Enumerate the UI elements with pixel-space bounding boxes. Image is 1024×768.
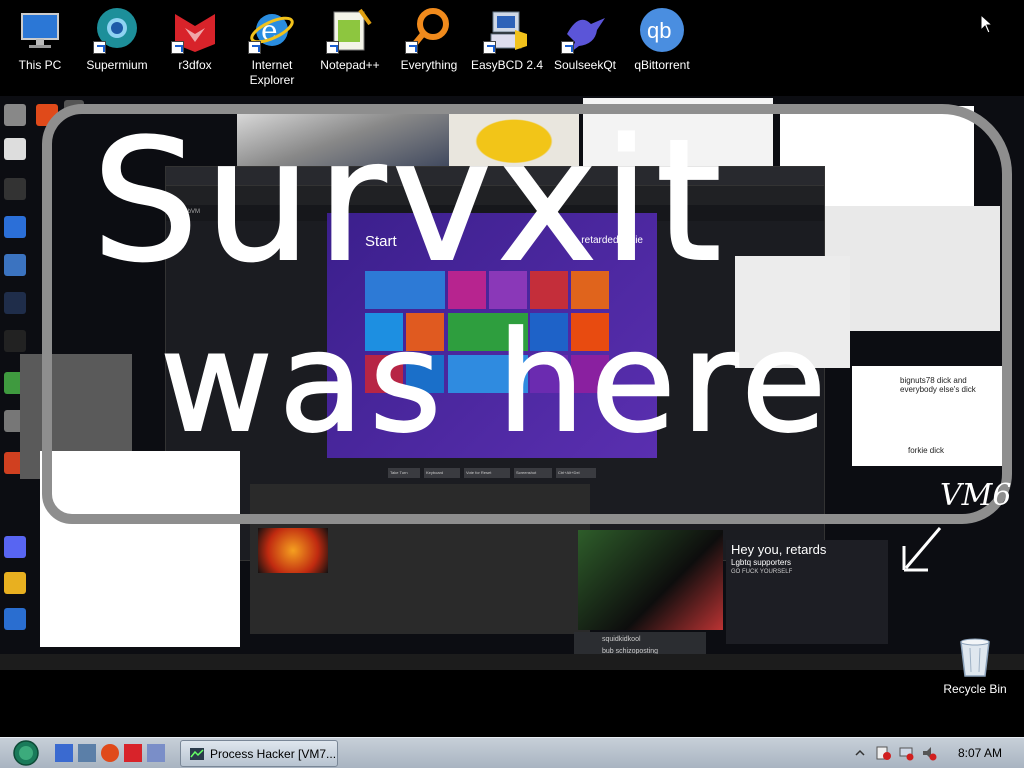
desktop-icon-label: Internet Explorer <box>249 58 295 87</box>
vm-desktop-icon <box>4 292 26 314</box>
vm-screen-image: CollabVM Start retardedforkie Take Turn … <box>0 96 1024 670</box>
quicklaunch-app-icon[interactable] <box>147 744 165 762</box>
hey-title: Hey you, retards <box>731 542 827 557</box>
desktop-icon-row: This PC Supermium r3dfox e Internet Explo… <box>0 0 1024 95</box>
vm-desktop-icon <box>4 608 26 630</box>
shortcut-arrow-icon <box>483 41 496 54</box>
chat-username: squidkidkool <box>602 636 641 643</box>
vm-desktop-icon <box>4 330 26 352</box>
svg-text:qb: qb <box>647 18 671 43</box>
desktop-icon-recycle-bin[interactable]: Recycle Bin <box>940 636 1010 696</box>
desktop-icon-label: This PC <box>18 58 62 72</box>
hey-line: GO FUCK YOURSELF <box>731 569 793 575</box>
vm-desktop-icon <box>4 178 26 200</box>
scribble-vm-tag: VM6 <box>940 478 1012 513</box>
shortcut-arrow-icon <box>326 41 339 54</box>
shortcut-arrow-icon <box>561 41 574 54</box>
quicklaunch-desktop-icon[interactable] <box>55 744 73 762</box>
soulseek-icon <box>561 6 609 54</box>
desktop-icon-easybcd[interactable]: EasyBCD 2.4 <box>467 6 547 73</box>
everything-icon <box>405 6 453 54</box>
scribble-arrow-icon <box>902 527 942 572</box>
windows-orb-icon <box>13 740 39 766</box>
tray-network-icon[interactable] <box>898 745 914 761</box>
vm-desktop-icon <box>4 138 26 160</box>
notepadpp-icon <box>326 6 374 54</box>
desktop-icon-label: Everything <box>400 58 458 72</box>
vm-desktop-icon <box>4 104 26 126</box>
quicklaunch-explorer-icon[interactable] <box>78 744 96 762</box>
tray-volume-icon[interactable] <box>921 745 937 761</box>
pasted-explosion-image <box>258 528 328 573</box>
tray-action-center-icon[interactable] <box>876 745 892 761</box>
desktop-icon-label: Supermium <box>86 58 148 72</box>
quicklaunch-browser-icon[interactable] <box>101 744 119 762</box>
r3dfox-icon <box>171 6 219 54</box>
desktop-icon-label: EasyBCD 2.4 <box>470 58 544 72</box>
supermium-icon <box>93 6 141 54</box>
desktop-icon-internet-explorer[interactable]: e Internet Explorer <box>232 6 312 88</box>
quicklaunch-r3dfox-icon[interactable] <box>124 744 142 762</box>
mouse-pointer-icon <box>980 13 994 39</box>
pasted-chat-image: Hey you, retards Lgbtq supporters GO FUC… <box>726 540 888 644</box>
vm-taskbar <box>0 654 1024 670</box>
pasted-dirt2-image <box>578 530 723 630</box>
scribble-text-line1: Survxit <box>91 103 728 299</box>
desktop-icon-this-pc[interactable]: This PC <box>0 6 80 73</box>
vm-desktop-icon <box>4 572 26 594</box>
desktop-icon-label: SoulseekQt <box>553 58 617 72</box>
scribble-text-line2: was here <box>159 302 833 463</box>
desktop-icon-label: qBittorrent <box>634 58 690 72</box>
taskbar-button-process-hacker[interactable]: Process Hacker [VM7... <box>180 740 338 767</box>
desktop-icon-r3dfox[interactable]: r3dfox <box>155 6 235 73</box>
vm-desktop-icon <box>4 254 26 276</box>
desktop-icon-soulseekqt[interactable]: SoulseekQt <box>545 6 625 73</box>
monitor-icon <box>16 6 64 54</box>
recycle-bin-label: Recycle Bin <box>943 682 1007 696</box>
desktop-icon-everything[interactable]: Everything <box>389 6 469 73</box>
taskbar-clock[interactable]: 8:07 AM <box>958 746 1002 760</box>
desktop-icon-notepadpp[interactable]: Notepad++ <box>310 6 390 73</box>
desktop-icon-qbittorrent[interactable]: qb qBittorrent <box>622 6 702 73</box>
shortcut-arrow-icon <box>405 41 418 54</box>
shortcut-arrow-icon <box>171 41 184 54</box>
process-hacker-icon <box>190 748 204 760</box>
recycle-bin-icon <box>958 636 992 678</box>
vm-desktop-icon <box>4 536 26 558</box>
vm-desktop-icon <box>4 216 26 238</box>
start-button[interactable] <box>7 740 45 766</box>
shortcut-arrow-icon <box>93 41 106 54</box>
ie-icon: e <box>248 6 296 54</box>
taskbar-button-label: Process Hacker [VM7... <box>210 747 337 761</box>
tray-chevron-icon[interactable] <box>852 745 868 761</box>
qbittorrent-icon: qb <box>638 6 686 54</box>
desktop-icon-label: Notepad++ <box>320 58 380 72</box>
desktop-icon-label: r3dfox <box>178 58 212 72</box>
shortcut-arrow-icon <box>248 41 261 54</box>
desktop-icon-supermium[interactable]: Supermium <box>77 6 157 73</box>
easybcd-icon <box>483 6 531 54</box>
hey-subtitle: Lgbtq supporters <box>731 558 792 567</box>
